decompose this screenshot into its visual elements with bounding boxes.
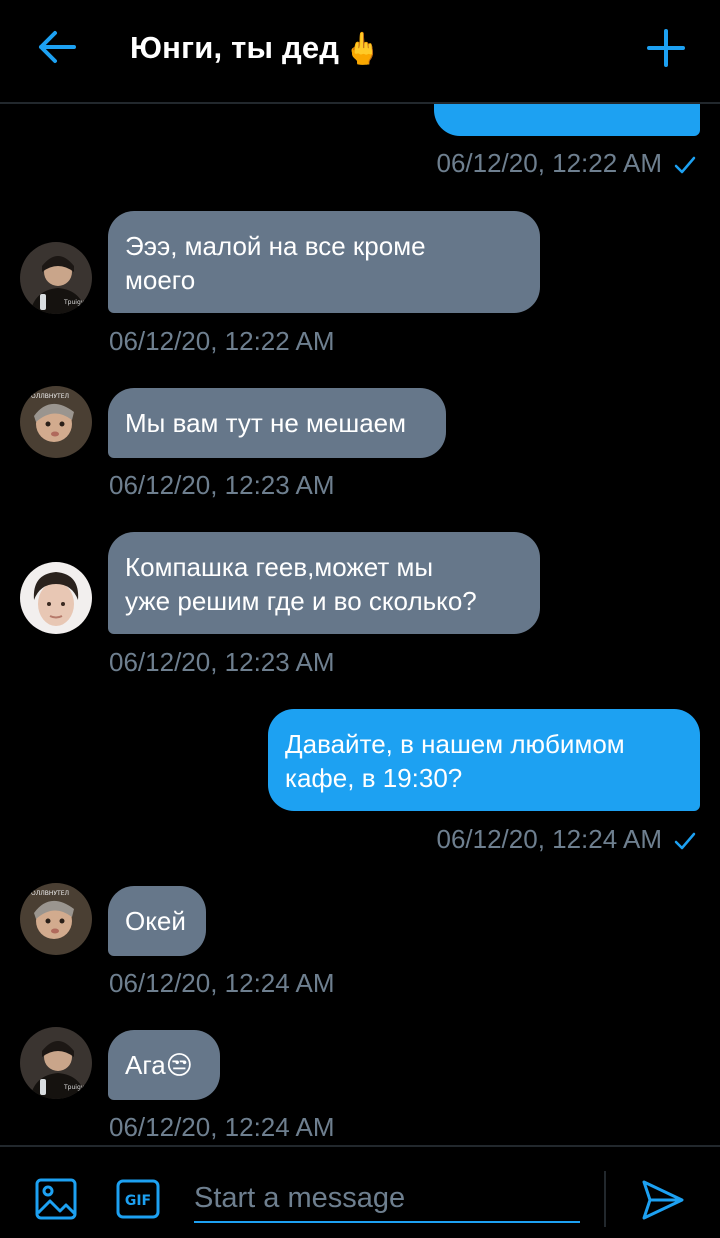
message-text: Ага <box>125 1050 166 1080</box>
message-timestamp: 06/12/20, 12:24 AM <box>109 968 335 999</box>
arrow-left-icon <box>39 31 76 63</box>
message-timestamp: 06/12/20, 12:23 AM <box>109 470 335 501</box>
image-icon <box>35 1178 77 1220</box>
conversation-title-text: Юнги, ты дед <box>130 30 340 65</box>
message-text: Мы вам тут не мешаем <box>125 408 407 438</box>
conversation-title: Юнги, ты дед 🖕 <box>130 26 382 70</box>
timestamp-text: 06/12/20, 12:24 AM <box>109 968 335 998</box>
timestamp-text: 06/12/20, 12:24 AM <box>436 824 662 854</box>
message-text: Эээ, малой на все кроме моего <box>125 231 426 295</box>
avatar[interactable]: +ОЛЛВНУТЕЛ <box>20 386 92 458</box>
avatar[interactable]: Tpuigy <box>20 242 92 314</box>
message-bubble-incoming[interactable]: Окей <box>108 886 206 956</box>
message-bubble-incoming[interactable]: Мы вам тут не мешаем <box>108 388 446 458</box>
add-media-button[interactable] <box>34 1177 78 1221</box>
message-bubble-incoming[interactable]: Эээ, малой на все кроме моего <box>108 211 540 313</box>
send-button[interactable] <box>640 1177 686 1223</box>
gif-icon: GIF <box>116 1179 160 1219</box>
checkmark-icon <box>674 156 696 174</box>
message-timestamp: 06/12/20, 12:24 AM <box>109 1112 335 1143</box>
message-text: Окей <box>125 906 186 936</box>
timestamp-text: 06/12/20, 12:23 AM <box>109 647 335 677</box>
message-text: Давайте, в нашем любимом кафе, в 19:30? <box>285 729 625 793</box>
message-input-wrapper <box>194 1175 580 1227</box>
message-timestamp: 06/12/20, 12:24 AM <box>436 824 696 855</box>
title-emoji: 🖕 <box>343 30 382 66</box>
checkmark-icon <box>674 832 696 850</box>
svg-text:+ОЛЛВНУТЕЛ: +ОЛЛВНУТЕЛ <box>26 393 69 400</box>
message-timestamp: 06/12/20, 12:22 AM <box>109 326 335 357</box>
svg-text:Tpuigy: Tpuigy <box>63 299 85 306</box>
avatar[interactable]: +ОЛЛВНУТЕЛ <box>20 883 92 955</box>
svg-text:GIF: GIF <box>125 1193 151 1209</box>
avatar[interactable]: Tpuigy <box>20 1027 92 1099</box>
conversation-header: Юнги, ты дед 🖕 <box>0 0 720 104</box>
message-bubble-incoming[interactable]: Ага😒 <box>108 1030 220 1100</box>
message-bubble-incoming[interactable]: Компашка геев,может мы уже решим где и в… <box>108 532 540 634</box>
message-input[interactable] <box>194 1175 580 1227</box>
add-participants-button[interactable] <box>642 24 690 72</box>
back-button[interactable] <box>30 24 84 70</box>
message-text: Компашка геев,может мы уже решим где и в… <box>125 552 477 616</box>
timestamp-text: 06/12/20, 12:24 AM <box>109 1112 335 1142</box>
message-timestamp: 06/12/20, 12:23 AM <box>109 647 335 678</box>
message-emoji: 😒 <box>165 1050 193 1080</box>
send-icon <box>642 1180 684 1220</box>
plus-icon <box>647 29 685 67</box>
message-bubble-outgoing[interactable]: Давайте, в нашем любимом кафе, в 19:30? <box>268 709 700 811</box>
avatar[interactable] <box>20 562 92 634</box>
add-gif-button[interactable]: GIF <box>116 1179 160 1219</box>
composer-divider <box>604 1171 606 1227</box>
timestamp-text: 06/12/20, 12:22 AM <box>109 326 335 356</box>
message-composer: GIF <box>0 1145 720 1238</box>
timestamp-text: 06/12/20, 12:23 AM <box>109 470 335 500</box>
timestamp-text: 06/12/20, 12:22 AM <box>436 148 662 178</box>
svg-text:+ОЛЛВНУТЕЛ: +ОЛЛВНУТЕЛ <box>26 890 69 897</box>
message-timestamp: 06/12/20, 12:22 AM <box>436 148 696 179</box>
svg-text:Tpuigy: Tpuigy <box>63 1084 85 1091</box>
